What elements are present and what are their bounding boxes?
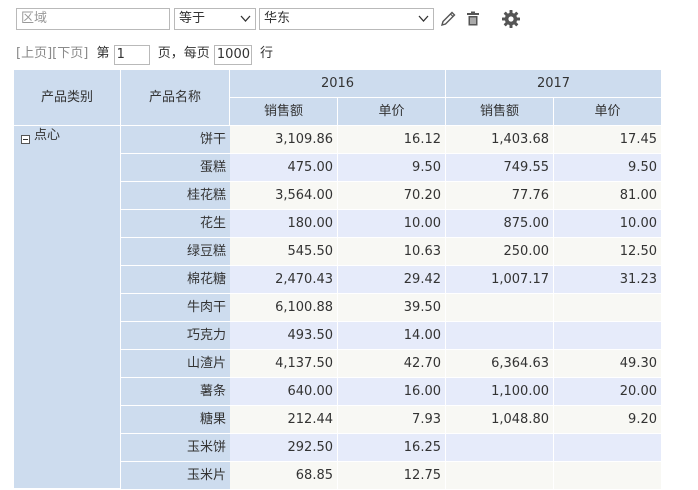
sales-2016-cell: 212.44 (230, 406, 338, 434)
operator-select[interactable]: 等于 (174, 8, 256, 30)
header-category: 产品类别 (14, 70, 121, 126)
price-2016-cell: 16.12 (338, 126, 446, 154)
price-2017-cell: 31.23 (554, 266, 662, 294)
price-2017-cell (554, 434, 662, 462)
price-2017-cell (554, 322, 662, 350)
sales-2017-cell (446, 434, 554, 462)
product-name-cell: 蛋糕 (121, 154, 230, 182)
price-2016-cell: 14.00 (338, 322, 446, 350)
price-2017-cell: 10.00 (554, 210, 662, 238)
price-2017-cell (554, 294, 662, 322)
prev-page-link[interactable]: [上页] (16, 44, 52, 64)
value-select[interactable]: 华东 (259, 8, 434, 30)
sales-2017-cell: 6,364.63 (446, 350, 554, 378)
header-sales-2017: 销售额 (446, 98, 554, 126)
price-2016-cell: 42.70 (338, 350, 446, 378)
price-2017-cell: 9.20 (554, 406, 662, 434)
sales-2017-cell: 1,048.80 (446, 406, 554, 434)
price-2016-cell: 16.00 (338, 378, 446, 406)
price-2016-cell: 7.93 (338, 406, 446, 434)
gear-icon[interactable] (500, 8, 522, 30)
page-prefix: 第 (96, 46, 110, 61)
sales-2017-cell: 1,403.68 (446, 126, 554, 154)
field-input[interactable]: 区域 (16, 8, 170, 30)
page-number-input[interactable]: 1 (113, 45, 150, 65)
sales-2017-cell: 1,007.17 (446, 266, 554, 294)
product-name-cell: 花生 (121, 210, 230, 238)
product-name-cell: 山渣片 (121, 350, 230, 378)
field-placeholder: 区域 (21, 11, 48, 26)
header-product: 产品名称 (121, 70, 230, 126)
sales-2016-cell: 493.50 (230, 322, 338, 350)
product-name-cell: 玉米片 (121, 462, 230, 490)
price-2016-cell: 29.42 (338, 266, 446, 294)
chevron-down-icon (418, 15, 429, 22)
price-2016-cell: 9.50 (338, 154, 446, 182)
collapse-minus-icon[interactable] (21, 135, 30, 144)
price-2016-cell: 16.25 (338, 434, 446, 462)
pager: [上页][下页] 第 1 页，每页 1000 行 (16, 44, 273, 66)
per-page-suffix: 行 (260, 46, 274, 61)
product-name-cell: 绿豆糕 (121, 238, 230, 266)
header-price-2017: 单价 (554, 98, 662, 126)
price-2017-cell (554, 462, 662, 490)
header-year-2017: 2017 (446, 70, 662, 98)
price-2016-cell: 12.75 (338, 462, 446, 490)
header-price-2016: 单价 (338, 98, 446, 126)
sales-2016-cell: 3,564.00 (230, 182, 338, 210)
sales-2016-cell: 640.00 (230, 378, 338, 406)
sales-2016-cell: 2,470.43 (230, 266, 338, 294)
sales-2017-cell: 749.55 (446, 154, 554, 182)
price-2017-cell: 20.00 (554, 378, 662, 406)
sales-2016-cell: 6,100.88 (230, 294, 338, 322)
pencil-icon[interactable] (437, 8, 459, 30)
sales-2017-cell: 1,100.00 (446, 378, 554, 406)
header-sales-2016: 销售额 (230, 98, 338, 126)
price-2016-cell: 10.00 (338, 210, 446, 238)
product-name-cell: 棉花糖 (121, 266, 230, 294)
product-name-cell: 巧克力 (121, 322, 230, 350)
category-group-cell: 点心 (14, 126, 121, 488)
sales-2016-cell: 180.00 (230, 210, 338, 238)
price-2017-cell: 81.00 (554, 182, 662, 210)
price-2016-cell: 10.63 (338, 238, 446, 266)
price-2017-cell: 12.50 (554, 238, 662, 266)
header-year-2016: 2016 (230, 70, 446, 98)
sales-2016-cell: 4,137.50 (230, 350, 338, 378)
sales-2017-cell (446, 462, 554, 490)
sales-2017-cell (446, 322, 554, 350)
product-name-cell: 薯条 (121, 378, 230, 406)
sales-2017-cell (446, 294, 554, 322)
sales-2017-cell: 77.76 (446, 182, 554, 210)
product-name-cell: 饼干 (121, 126, 230, 154)
sales-2016-cell: 68.85 (230, 462, 338, 490)
sales-2016-cell: 3,109.86 (230, 126, 338, 154)
chevron-down-icon (240, 15, 251, 22)
product-name-cell: 牛肉干 (121, 294, 230, 322)
sales-2016-cell: 475.00 (230, 154, 338, 182)
sales-2017-cell: 250.00 (446, 238, 554, 266)
page-suffix: 页，每页 (157, 46, 210, 61)
price-2017-cell: 9.50 (554, 154, 662, 182)
sales-2017-cell: 875.00 (446, 210, 554, 238)
price-2016-cell: 39.50 (338, 294, 446, 322)
per-page-input[interactable]: 1000 (213, 45, 252, 65)
price-2017-cell: 17.45 (554, 126, 662, 154)
product-name-cell: 桂花糕 (121, 182, 230, 210)
sales-2016-cell: 292.50 (230, 434, 338, 462)
next-page-link[interactable]: [下页] (52, 44, 88, 64)
price-2016-cell: 70.20 (338, 182, 446, 210)
product-name-cell: 玉米饼 (121, 434, 230, 462)
value-text: 华东 (264, 11, 291, 26)
operator-value: 等于 (179, 11, 206, 26)
product-name-cell: 糖果 (121, 406, 230, 434)
price-2017-cell: 49.30 (554, 350, 662, 378)
category-label: 点心 (34, 128, 61, 143)
trash-icon[interactable] (462, 8, 484, 30)
sales-2016-cell: 545.50 (230, 238, 338, 266)
